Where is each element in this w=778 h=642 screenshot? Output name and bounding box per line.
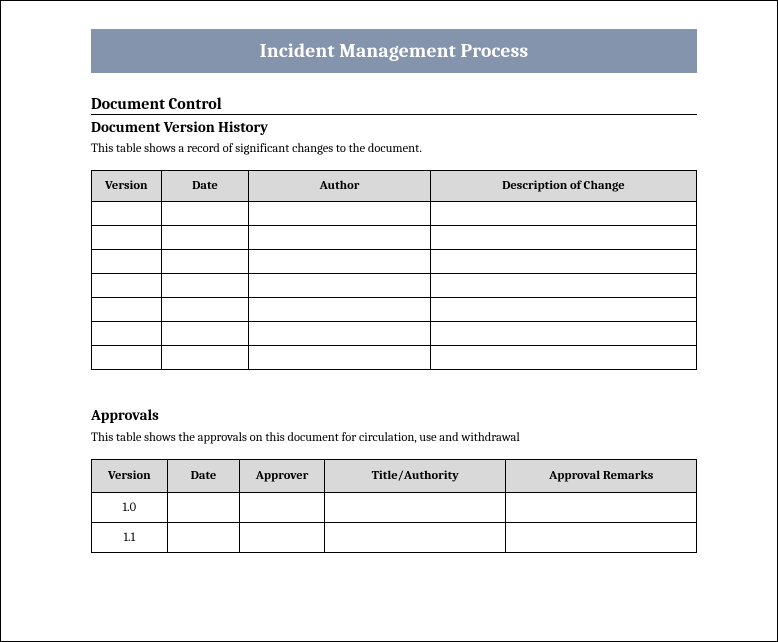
col-description: Description of Change	[430, 171, 696, 202]
table-row	[92, 202, 697, 226]
col-version: Version	[92, 171, 162, 202]
table-row	[92, 322, 697, 346]
col-date: Date	[167, 460, 240, 493]
col-approver: Approver	[240, 460, 325, 493]
version-history-caption: This table shows a record of significant…	[91, 142, 697, 156]
col-date: Date	[161, 171, 249, 202]
document-title-banner: Incident Management Process	[91, 29, 697, 73]
table-row	[92, 250, 697, 274]
approvals-table: Version Date Approver Title/Authority Ap…	[91, 459, 697, 553]
table-row	[92, 226, 697, 250]
table-row	[92, 346, 697, 370]
subsection-heading-approvals: Approvals	[91, 406, 697, 424]
col-author: Author	[249, 171, 431, 202]
section-heading-document-control: Document Control	[91, 95, 697, 115]
table-row	[92, 298, 697, 322]
col-title-authority: Title/Authority	[324, 460, 506, 493]
col-version: Version	[92, 460, 168, 493]
approvals-caption: This table shows the approvals on this d…	[91, 431, 697, 445]
table-row: 1.1	[92, 523, 697, 553]
table-row	[92, 274, 697, 298]
col-approval-remarks: Approval Remarks	[506, 460, 697, 493]
table-row: 1.0	[92, 493, 697, 523]
document-title: Incident Management Process	[260, 39, 529, 62]
version-history-table: Version Date Author Description of Chang…	[91, 170, 697, 370]
subsection-heading-version-history: Document Version History	[91, 118, 697, 136]
